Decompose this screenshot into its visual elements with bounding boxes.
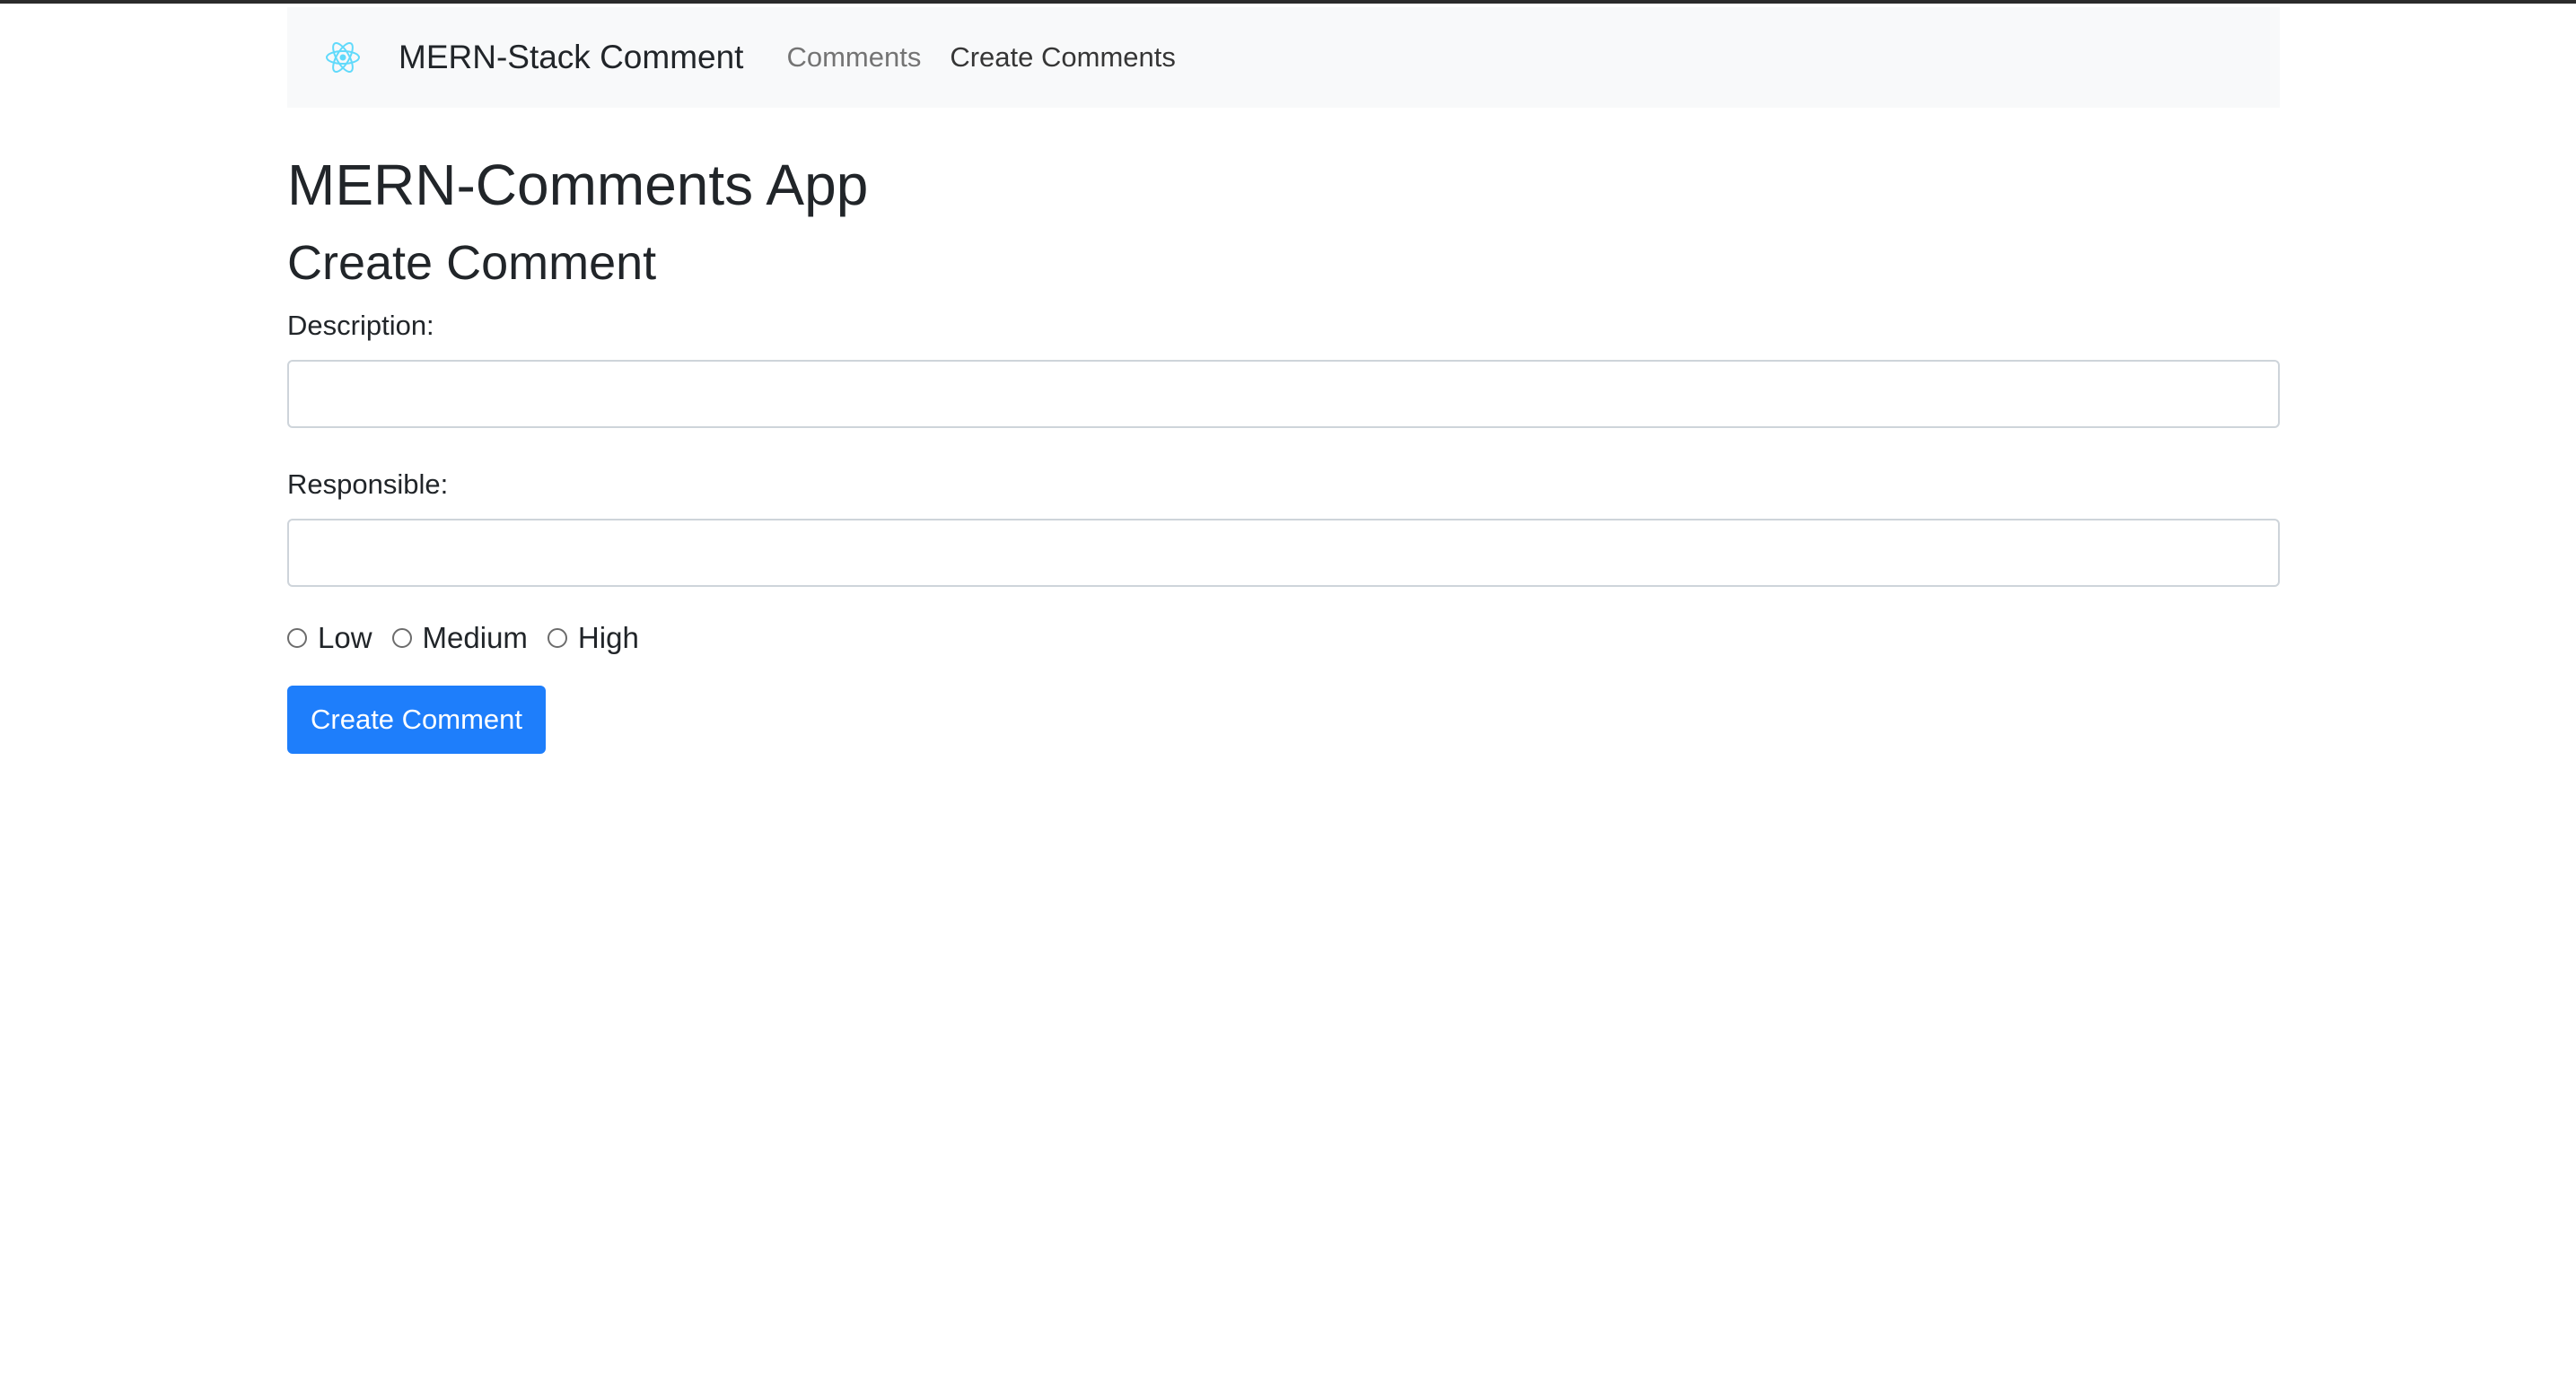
form-title: Create Comment — [287, 235, 657, 290]
nav-link-comments[interactable]: Comments — [786, 41, 921, 74]
priority-option-high[interactable]: High — [547, 621, 639, 655]
responsible-label: Responsible: — [287, 468, 449, 500]
react-atom-icon[interactable] — [323, 38, 363, 77]
priority-low-radio[interactable] — [287, 628, 307, 649]
description-input[interactable] — [287, 359, 2280, 428]
priority-option-medium[interactable]: Medium — [391, 621, 528, 655]
description-label: Description: — [287, 309, 434, 341]
navbar-brand[interactable]: MERN-Stack Comment — [399, 39, 743, 76]
window-top-border — [0, 0, 2576, 4]
priority-medium-radio[interactable] — [391, 628, 412, 649]
priority-medium-label[interactable]: Medium — [423, 621, 528, 655]
create-comment-button[interactable]: Create Comment — [287, 686, 547, 755]
priority-high-radio[interactable] — [547, 628, 567, 649]
react-atom-icon-graphic — [326, 42, 360, 73]
priority-option-low[interactable]: Low — [287, 621, 372, 655]
navbar: MERN-Stack Comment Comments Create Comme… — [287, 7, 2280, 108]
nav-link-create-comments[interactable]: Create Comments — [950, 41, 1176, 74]
app-title: MERN-Comments App — [287, 153, 869, 217]
responsible-input[interactable] — [287, 519, 2280, 588]
priority-radio-group: Low Medium High — [287, 621, 2280, 655]
priority-low-label[interactable]: Low — [318, 621, 372, 655]
priority-high-label[interactable]: High — [578, 621, 639, 655]
nav-links: Comments Create Comments — [786, 41, 1204, 74]
page-container: MERN-Stack Comment Comments Create Comme… — [287, 7, 2280, 755]
